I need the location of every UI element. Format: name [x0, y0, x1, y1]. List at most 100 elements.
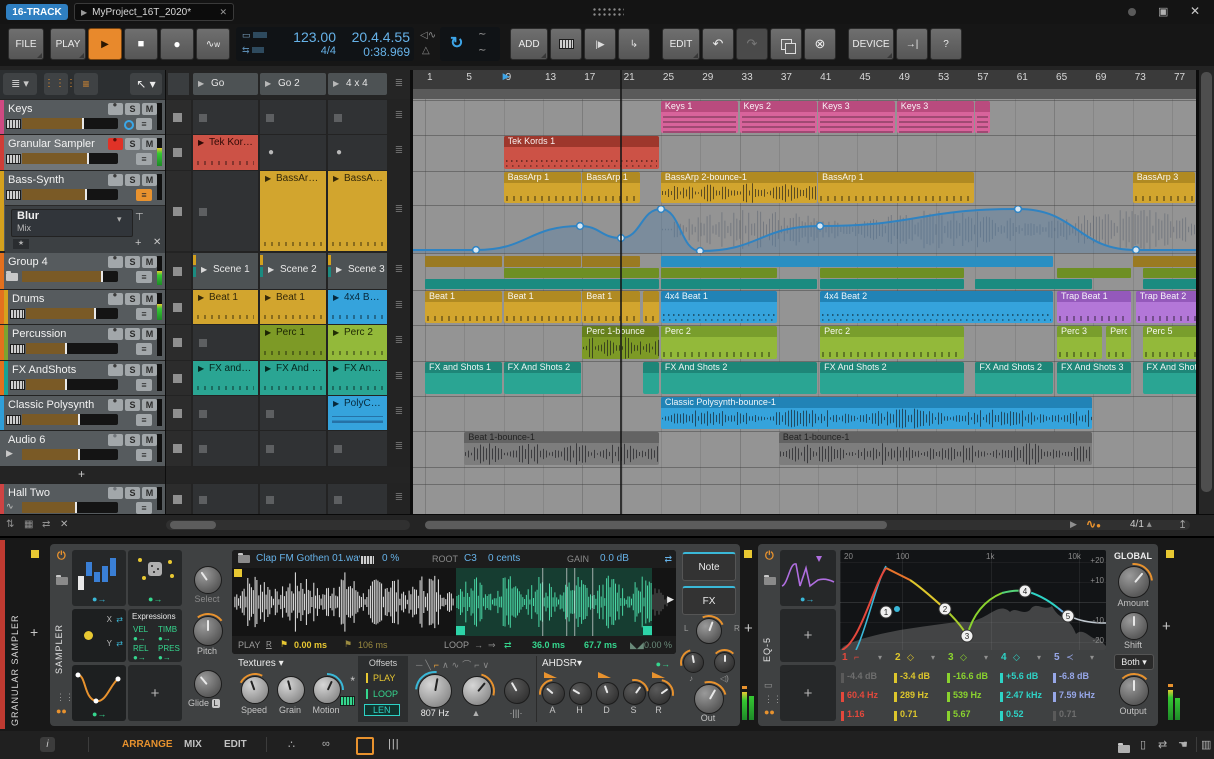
scene-play-icon[interactable]: ▶ — [265, 73, 271, 95]
pin-icon[interactable]: ⊤ — [135, 212, 144, 223]
record-arm-button[interactable]: ● — [108, 484, 123, 499]
loop-pingpong-icon[interactable]: ⇄ — [504, 640, 512, 651]
filter-keytrack-knob[interactable] — [504, 678, 530, 704]
launcher-slot[interactable]: ▶ Perc 2 — [328, 325, 387, 360]
arranger-clip[interactable]: BassArp 1 — [503, 172, 581, 203]
launcher-stop-cell[interactable] — [166, 253, 191, 289]
arranger-clip[interactable]: BassArp 3 — [1132, 172, 1196, 203]
env-r-knob[interactable] — [639, 673, 680, 714]
mute-button[interactable]: M — [142, 487, 157, 499]
vscroll-handle[interactable] — [1201, 72, 1212, 492]
record-arm-button[interactable]: ● — [108, 135, 123, 150]
time-signature[interactable]: 4/4 — [284, 45, 336, 57]
arranger-area[interactable]: Keys 1 Keys 2 Keys 3 Keys 3 Tek Kords 1 BassA… — [413, 99, 1196, 514]
arranger-clip[interactable]: Beat 1-bounce-1 — [464, 432, 660, 465]
arranger-clip[interactable]: Classic Polysynth-bounce-1 — [660, 397, 1092, 429]
view-mix[interactable]: MIX — [184, 739, 202, 750]
launcher-slot[interactable]: ▶ BassArp 1 — [260, 171, 326, 251]
brand-button[interactable]: 16-TRACK — [6, 4, 68, 20]
mod-xy-tile[interactable]: X ⇄ Y ⇄ — [72, 609, 126, 662]
clip-play-icon[interactable]: ▶ — [265, 174, 271, 183]
mixer-panel-toggle-icon[interactable]: ||| — [388, 738, 400, 750]
sample-play-icon[interactable]: ▶ — [667, 594, 674, 605]
clip-options-icon[interactable]: ≣ — [389, 110, 409, 124]
info-button[interactable]: i — [40, 737, 55, 752]
follow-playhead-icon[interactable]: ↥ — [1178, 518, 1187, 531]
volume-handle[interactable] — [87, 153, 90, 164]
launcher-slot[interactable]: ▶ 4x4 Beat 1 — [328, 290, 387, 324]
track-menu-button[interactable]: ≡ — [136, 449, 152, 461]
eq-band-header-4[interactable]: 4 ◇ ▾ — [999, 652, 1050, 666]
grain-knob[interactable] — [277, 676, 305, 704]
arranger-clip[interactable] — [643, 291, 660, 323]
arranger-clip[interactable]: Perc 2 — [820, 326, 965, 359]
play-end-value[interactable]: 106 ms — [358, 640, 388, 650]
eq-band-value[interactable]: -3.4 dB — [893, 670, 944, 686]
eq-band-value[interactable]: 0.71 — [1052, 708, 1103, 724]
pitch-knob[interactable] — [187, 610, 229, 652]
eq-band-value[interactable]: 289 Hz — [893, 689, 944, 705]
arranger-clip[interactable]: FX and Shots 1 — [425, 362, 503, 394]
arranger-clip[interactable]: Trap Beat 1 — [1057, 291, 1132, 323]
launcher-slot[interactable]: ▶ Scene 3 — [328, 253, 387, 289]
record-arm-button[interactable]: ● — [108, 100, 123, 115]
arranger-clip[interactable] — [643, 362, 660, 394]
add-device-icon[interactable]: + — [135, 237, 141, 249]
sampler-preset-folder-icon[interactable] — [56, 572, 68, 590]
sample-start-marker[interactable] — [234, 569, 242, 577]
note-chain-button[interactable]: Note — [682, 552, 736, 581]
launcher-slot[interactable]: ▶ Perc 1 — [260, 325, 326, 360]
play-menu-button[interactable]: PLAY — [50, 28, 86, 60]
volume-handle[interactable] — [64, 379, 67, 390]
eq-band-header-3[interactable]: 3 ◇ ▾ — [946, 652, 997, 666]
eq-extra-node[interactable] — [894, 606, 900, 612]
solo-button[interactable]: S — [125, 364, 140, 376]
insert-device-button[interactable]: →| — [896, 28, 928, 60]
eq5-expand-icon[interactable]: ▭ — [764, 680, 773, 691]
duplicate-button[interactable] — [770, 28, 802, 60]
arranger-clip[interactable]: BassArp 2-bounce-1 — [660, 172, 817, 203]
clip-options-icon[interactable]: ≣ — [389, 406, 409, 420]
record-button[interactable]: ● — [160, 28, 194, 60]
keytrack-amount[interactable]: 0 % — [382, 553, 399, 564]
eq-amount-knob[interactable] — [1107, 555, 1161, 609]
launcher-stop-cell[interactable] — [166, 135, 191, 170]
add-device-plus[interactable]: + — [744, 620, 753, 637]
remove-device-icon[interactable]: ✕ — [153, 237, 161, 248]
fade-out-icon[interactable]: ∼ — [478, 45, 486, 56]
eq-band-value[interactable]: -6.8 dB — [1052, 670, 1103, 686]
launcher-slot[interactable] — [328, 431, 387, 466]
motion-knob[interactable] — [302, 665, 352, 715]
mute-button[interactable]: M — [142, 434, 157, 446]
solo-button[interactable]: S — [125, 293, 140, 305]
eq5-mod-dots-icon[interactable]: ●● — [764, 707, 775, 717]
loop-on-icon[interactable]: ⇒ — [488, 640, 496, 651]
launcher-slot[interactable]: ▶ Beat 1 — [193, 290, 258, 324]
mute-button[interactable]: M — [142, 364, 157, 376]
launcher-slot[interactable]: ▶ BassArp 2 — [328, 171, 387, 251]
launcher-slot[interactable] — [260, 431, 326, 466]
stop-all-header[interactable] — [168, 73, 189, 95]
arranger-clip[interactable]: FX And Shot — [1142, 362, 1196, 394]
help-button[interactable]: ? — [930, 28, 962, 60]
arranger-clip[interactable]: 4x4 Beat 2 — [820, 291, 1053, 323]
track-menu-button[interactable]: ≡ — [136, 271, 152, 283]
mute-button[interactable]: M — [142, 293, 157, 305]
volume-slider[interactable] — [22, 118, 118, 129]
arranger-clip[interactable]: Beat 1 — [582, 291, 640, 323]
stop-button[interactable]: ■ — [124, 28, 158, 60]
eq-band-header-1[interactable]: 1 ⌐ ▾ — [840, 652, 891, 666]
volume-handle[interactable] — [77, 414, 80, 425]
loop-fade-value[interactable]: 0.00 % — [644, 640, 672, 650]
arranger-clip[interactable]: Keys 2 — [739, 101, 817, 133]
mod-random-tile[interactable]: ●→ — [128, 550, 182, 606]
record-arm-button[interactable]: ● — [108, 325, 123, 340]
launcher-slot[interactable] — [260, 100, 326, 134]
redo-button[interactable]: ↷ — [736, 28, 768, 60]
automation-node[interactable] — [575, 221, 585, 231]
fx-chain-button[interactable]: FX — [682, 586, 736, 615]
arranger-clip[interactable]: Tek Kords 1 — [503, 136, 660, 169]
track-header-group-4[interactable]: Group 4 ● S M ≡ — [0, 253, 165, 289]
pan-knob[interactable] — [688, 610, 730, 652]
mod-curve-tile[interactable]: ●→ — [72, 665, 126, 721]
